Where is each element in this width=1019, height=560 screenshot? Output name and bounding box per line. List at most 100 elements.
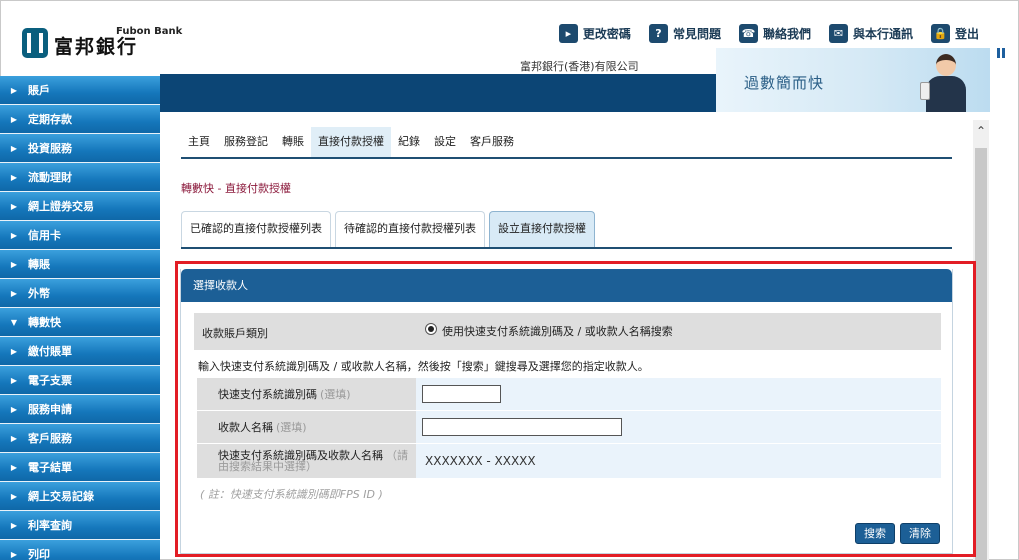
banner-text: 過數簡而快 — [744, 74, 825, 92]
sidebar-item-transfer[interactable]: ▶ 轉賬 — [0, 250, 160, 279]
pause-icon[interactable] — [997, 48, 1005, 58]
brand-name-zh: 富邦銀行 — [54, 36, 139, 58]
logout-link[interactable]: 🔒 登出 — [930, 24, 979, 43]
faq-link[interactable]: ? 常見問題 — [648, 24, 721, 43]
arrow-right-icon: ▶ — [10, 259, 18, 269]
tab-customer-service[interactable]: 客戶服務 — [463, 127, 521, 157]
search-by-fps-radio[interactable] — [425, 323, 437, 335]
sidebar-item-foreign-currency[interactable]: ▶ 外幣 — [0, 279, 160, 308]
sidebar-item-e-statement[interactable]: ▶ 電子結單 — [0, 453, 160, 482]
breadcrumb: 轉數快 - 直接付款授權 — [181, 182, 291, 195]
tab-records[interactable]: 紀錄 — [391, 127, 427, 157]
sidebar-item-label: 電子支票 — [28, 374, 72, 387]
sidebar-item-time-deposit[interactable]: ▶ 定期存款 — [0, 105, 160, 134]
sidebar-item-service-application[interactable]: ▶ 服務申請 — [0, 395, 160, 424]
contact-us-label: 聯絡我們 — [762, 27, 811, 41]
tab-edda[interactable]: 直接付款授權 — [311, 127, 391, 157]
sidebar-item-credit-card[interactable]: ▶ 信用卡 — [0, 221, 160, 250]
change-password-label: 更改密碼 — [582, 27, 631, 41]
account-type-label: 收款賬戶類別 — [202, 327, 268, 340]
lock-icon: 🔒 — [930, 24, 950, 43]
instruction-text: 輸入快速支付系統識別碼及 / 或收款人名稱，然後按「搜索」鍵搜尋及選擇您的指定收… — [198, 360, 649, 373]
sidebar-item-label: 利率查詢 — [28, 519, 72, 532]
messages-link[interactable]: ✉ 與本行通訊 — [828, 24, 913, 43]
sidebar-item-label: 服務申請 — [28, 403, 72, 416]
mail-icon: ✉ — [828, 24, 848, 43]
sidebar-item-label: 轉賬 — [28, 258, 50, 271]
arrow-right-icon: ▶ — [10, 433, 18, 443]
arrow-right-icon: ▶ — [10, 114, 18, 124]
search-result-value[interactable]: XXXXXXX - XXXXX — [422, 454, 536, 468]
scroll-up-icon[interactable]: ⌃ — [973, 124, 989, 140]
payee-name-input[interactable] — [422, 418, 622, 436]
phone-icon: ☎ — [738, 24, 758, 43]
arrow-right-icon: ▶ — [10, 288, 18, 298]
tab-confirmed-edda-list[interactable]: 已確認的直接付款授權列表 — [181, 211, 331, 247]
arrow-right-icon: ▶ — [10, 143, 18, 153]
tab-settings[interactable]: 設定 — [427, 127, 463, 157]
arrow-right-icon: ▶ — [10, 172, 18, 182]
sidebar-item-interest-rates[interactable]: ▶ 利率查詢 — [0, 511, 160, 540]
arrow-right-icon: ▶ — [10, 201, 18, 211]
sidebar-item-label: 轉數快 — [28, 316, 61, 329]
sidebar-item-e-cheque[interactable]: ▶ 電子支票 — [0, 366, 160, 395]
fubon-logo[interactable]: Fubon Bank 富邦銀行 — [22, 27, 182, 58]
sidebar-item-label: 賬戶 — [28, 84, 50, 97]
sidebar-item-mobile-banking[interactable]: ▶ 流動理財 — [0, 163, 160, 192]
promo-banner[interactable]: 過數簡而快 — [716, 48, 990, 112]
arrow-right-icon: ▶ — [10, 375, 18, 385]
sidebar-item-label: 列印 — [28, 548, 50, 560]
clear-button[interactable]: 清除 — [900, 523, 940, 544]
sidebar-item-label: 定期存款 — [28, 113, 72, 126]
question-icon: ? — [648, 24, 668, 43]
logout-label: 登出 — [954, 27, 979, 41]
scrollbar-thumb[interactable] — [975, 148, 987, 560]
tab-service-registration[interactable]: 服務登記 — [217, 127, 275, 157]
sidebar-item-fps[interactable]: ▼ 轉數快 — [0, 308, 160, 337]
sidebar-item-customer-service[interactable]: ▶ 客戶服務 — [0, 424, 160, 453]
sidebar-item-label: 流動理財 — [28, 171, 72, 184]
search-by-fps-radio-label[interactable]: 使用快速支付系統識別碼及 / 或收款人名稱搜索 — [442, 323, 673, 339]
account-type-row: 收款賬戶類別 使用快速支付系統識別碼及 / 或收款人名稱搜索 — [194, 313, 941, 350]
change-password-link[interactable]: ▸ 更改密碼 — [558, 24, 631, 43]
arrow-right-icon: ▶ — [10, 462, 18, 472]
sidebar-item-label: 電子結單 — [28, 461, 72, 474]
sidebar-item-transaction-records[interactable]: ▶ 網上交易記錄 — [0, 482, 160, 511]
fps-note: ( 註：快速支付系統識別碼即FPS ID ) — [200, 488, 383, 501]
top-links: ▸ 更改密碼 ? 常見問題 ☎ 聯絡我們 ✉ 與本行通訊 🔒 登出 — [558, 24, 979, 43]
arrow-right-icon: ▶ — [10, 549, 18, 559]
tab-setup-edda[interactable]: 設立直接付款授權 — [489, 211, 595, 247]
sidebar-item-print[interactable]: ▶ 列印 — [0, 540, 160, 560]
sidebar: ▶ 賬戶 ▶ 定期存款 ▶ 投資服務 ▶ 流動理財 ▶ 網上證券交易 ▶ 信用卡 ▶ 轉賬 ▶… — [0, 76, 160, 560]
fps-id-label: 快速支付系統識別碼 (選填) — [197, 378, 416, 410]
sidebar-item-label: 繳付賬單 — [28, 345, 72, 358]
tab-transfer[interactable]: 轉賬 — [275, 127, 311, 157]
sidebar-item-label: 客戶服務 — [28, 432, 72, 445]
sidebar-item-label: 信用卡 — [28, 229, 61, 242]
company-name: 富邦銀行(香港)有限公司 — [520, 60, 639, 73]
search-button[interactable]: 搜索 — [855, 523, 895, 544]
arrow-right-icon: ▶ — [10, 491, 18, 501]
sidebar-item-securities[interactable]: ▶ 網上證券交易 — [0, 192, 160, 221]
sidebar-item-label: 網上證券交易 — [28, 200, 94, 213]
payee-name-row: 收款人名稱 (選填) — [197, 411, 941, 443]
payee-name-label: 收款人名稱 (選填) — [197, 411, 416, 443]
sidebar-item-investment[interactable]: ▶ 投資服務 — [0, 134, 160, 163]
arrow-right-icon: ▶ — [10, 85, 18, 95]
arrow-right-icon: ▶ — [10, 230, 18, 240]
main-nav: 主頁 服務登記 轉賬 直接付款授權 紀錄 設定 客戶服務 — [181, 127, 952, 159]
tab-pending-edda-list[interactable]: 待確認的直接付款授權列表 — [335, 211, 485, 247]
arrow-right-icon: ▶ — [10, 346, 18, 356]
fps-id-row: 快速支付系統識別碼 (選填) — [197, 378, 941, 410]
sidebar-item-label: 投資服務 — [28, 142, 72, 155]
tab-home[interactable]: 主頁 — [181, 127, 217, 157]
contact-us-link[interactable]: ☎ 聯絡我們 — [738, 24, 811, 43]
arrow-down-icon: ▼ — [10, 317, 18, 327]
header-bar — [160, 74, 716, 112]
fps-id-input[interactable] — [422, 385, 501, 403]
sidebar-item-bill-payment[interactable]: ▶ 繳付賬單 — [0, 337, 160, 366]
fubon-logo-mark — [22, 28, 48, 58]
search-result-row: 快速支付系統識別碼及收款人名稱 （請由搜索結果中選擇） XXXXXXX - XXX… — [197, 444, 941, 478]
panel-title: 選擇收款人 — [181, 269, 952, 302]
sidebar-item-accounts[interactable]: ▶ 賬戶 — [0, 76, 160, 105]
